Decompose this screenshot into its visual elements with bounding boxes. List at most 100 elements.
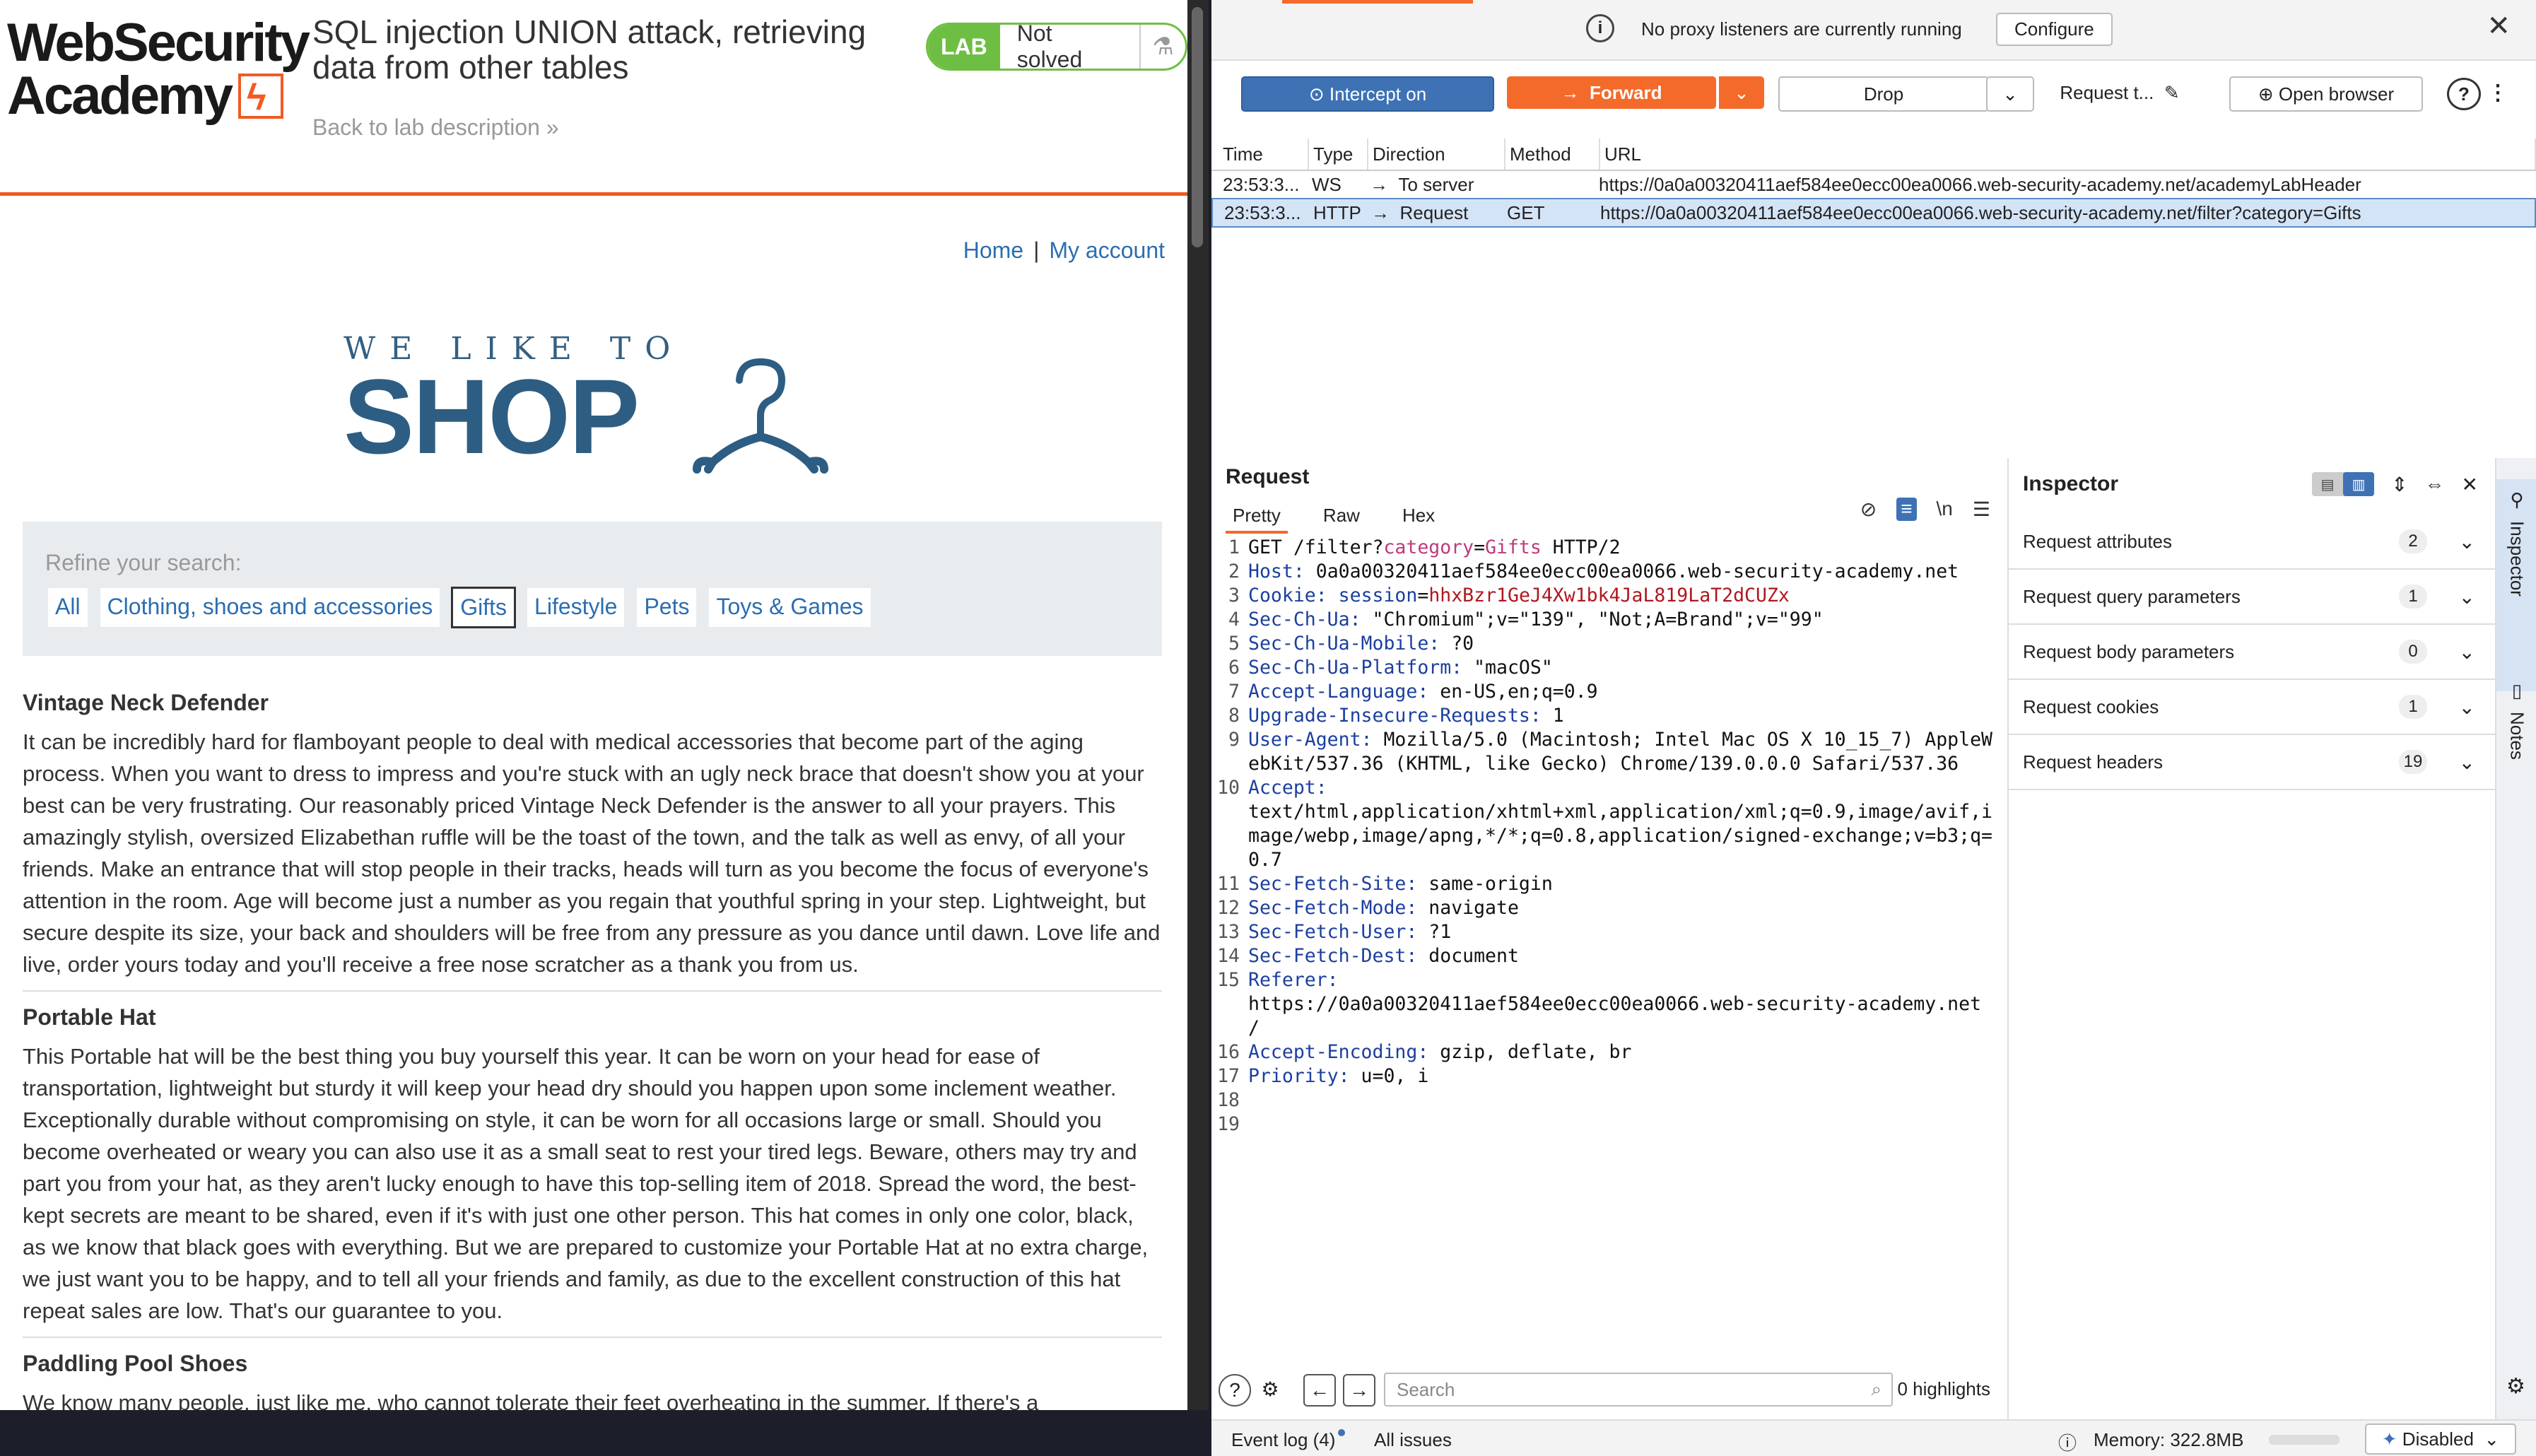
- ai-disabled-button[interactable]: ✦ Disabled ⌄: [2365, 1423, 2516, 1455]
- inspector-section[interactable]: Request query parameters 1 ⌄: [2009, 570, 2495, 625]
- inspector-icon: ⚲: [2510, 489, 2524, 510]
- my-account-link[interactable]: My account: [1049, 237, 1165, 263]
- column-time[interactable]: Time: [1211, 139, 1309, 170]
- code-token: same-origin: [1417, 873, 1553, 895]
- layout-side-icon[interactable]: ▥: [2343, 472, 2375, 496]
- chevron-down-icon: ⌄: [2458, 751, 2475, 773]
- close-icon[interactable]: ✕: [2487, 10, 2511, 42]
- request-view-tabs: Pretty Raw Hex: [1226, 500, 1442, 534]
- help-icon[interactable]: ?: [1219, 1374, 1251, 1407]
- more-options-icon[interactable]: ⋮: [2487, 76, 2508, 109]
- code-token: HTTP/2: [1541, 536, 1621, 558]
- expand-all-icon[interactable]: ⇕: [2391, 473, 2407, 496]
- code-line-row: 16 Accept-Encoding: gzip, deflate, br: [1211, 1040, 2003, 1064]
- configure-button[interactable]: Configure: [1996, 13, 2113, 46]
- inspector-section[interactable]: Request attributes 2 ⌄: [2009, 515, 2495, 570]
- filter-gifts[interactable]: Gifts: [451, 587, 517, 628]
- gear-icon[interactable]: ⚙: [1255, 1374, 1285, 1404]
- open-browser-label: Open browser: [2278, 83, 2395, 105]
- web-security-academy-logo[interactable]: WebSecurity Academy: [7, 16, 310, 124]
- home-link[interactable]: Home: [963, 237, 1023, 263]
- arrow-left-icon[interactable]: ←: [1303, 1374, 1336, 1407]
- code-token: Cookie:: [1248, 585, 1327, 606]
- column-type[interactable]: Type: [1309, 139, 1368, 170]
- collapse-all-icon[interactable]: ⇔: [2425, 473, 2445, 495]
- side-tab-notes[interactable]: ▯ Notes: [2496, 670, 2536, 811]
- drop-button[interactable]: Drop: [1778, 76, 1989, 112]
- request-to-button[interactable]: Request t... ✎: [2053, 76, 2187, 109]
- notification-dot: [1338, 1429, 1346, 1436]
- table-row-selected[interactable]: 23:53:3... HTTP → Request GET https://0a…: [1211, 198, 2536, 228]
- forward-options-button[interactable]: ⌄: [1718, 76, 1764, 109]
- side-tab-inspector[interactable]: ⚲ Inspector: [2496, 479, 2536, 691]
- tab-raw[interactable]: Raw: [1316, 500, 1367, 534]
- help-icon[interactable]: ?: [2447, 78, 2481, 110]
- forward-label: Forward: [1589, 81, 1662, 103]
- request-editor-pane: Request Pretty Raw Hex ⊘ ≡ \n ☰ 1 GET /fi…: [1211, 458, 2009, 1419]
- column-url[interactable]: URL: [1600, 139, 2536, 170]
- inspector-section[interactable]: Request cookies 1 ⌄: [2009, 680, 2495, 735]
- code-line-row: 6 Sec-Ch-Ua-Platform: "macOS": [1211, 656, 2003, 680]
- event-log-button[interactable]: Event log (4): [1231, 1429, 1346, 1451]
- code-token: https://0a0a00320411aef584ee0ecc00ea0066…: [1248, 993, 1982, 1039]
- arrow-right-icon: →: [1561, 81, 1590, 103]
- code-line-row: 19: [1211, 1112, 2003, 1137]
- search-input[interactable]: Search ⌕: [1384, 1373, 1893, 1407]
- toggle-icon: ⊙: [1308, 83, 1329, 105]
- filter-toys-games[interactable]: Toys & Games: [708, 587, 872, 628]
- chevron-down-icon: ⌄: [1734, 81, 1749, 103]
- chevron-down-icon: ⌄: [2458, 530, 2475, 553]
- code-token: Accept:: [1248, 777, 1327, 799]
- code-line-row: 4 Sec-Ch-Ua: "Chromium";v="139", "Not;A=B…: [1211, 608, 2003, 632]
- column-method[interactable]: Method: [1505, 139, 1600, 170]
- browser-scrollbar[interactable]: [1187, 0, 1209, 1410]
- tab-hex[interactable]: Hex: [1395, 500, 1442, 534]
- open-browser-button[interactable]: ⊕ Open browser: [2229, 76, 2423, 112]
- column-direction[interactable]: Direction: [1368, 139, 1505, 170]
- code-line-row: 7 Accept-Language: en-US,en;q=0.9: [1211, 680, 2003, 704]
- line-number: 17: [1217, 1065, 1240, 1087]
- filter-clothing[interactable]: Clothing, shoes and accessories: [98, 587, 442, 628]
- filter-pets[interactable]: Pets: [635, 587, 698, 628]
- request-code-editor[interactable]: 1 GET /filter?category=Gifts HTTP/2 2 Host:…: [1211, 536, 2003, 1299]
- active-tab-indicator: [1282, 0, 1473, 4]
- filter-all[interactable]: All: [47, 587, 89, 628]
- intercept-toggle-button[interactable]: ⊙ Intercept on: [1241, 76, 1494, 112]
- product-description: This Portable hat will be the best thing…: [23, 1044, 1149, 1323]
- layout-toggle[interactable]: ▤ ▥: [2312, 472, 2375, 496]
- code-line-row: 2 Host: 0a0a00320411aef584ee0ecc00ea0066.…: [1211, 560, 2003, 584]
- close-icon[interactable]: ✕: [2462, 473, 2478, 496]
- memory-bar: [2269, 1435, 2340, 1445]
- wrap-lines-icon[interactable]: ≡: [1896, 498, 1917, 521]
- line-number: 7: [1228, 681, 1240, 703]
- refine-search-panel: Refine your search: All Clothing, shoes …: [23, 522, 1162, 656]
- section-count: 0: [2399, 640, 2427, 664]
- chevron-down-icon: ⌄: [2458, 585, 2475, 608]
- code-token: Sec-Ch-Ua-Platform:: [1248, 657, 1463, 679]
- inspector-section[interactable]: Request headers 19 ⌄: [2009, 735, 2495, 790]
- scrollbar-thumb[interactable]: [1192, 7, 1203, 247]
- all-issues-button[interactable]: All issues: [1374, 1429, 1452, 1451]
- table-row[interactable]: 23:53:3... WS → To server https://0a0a00…: [1211, 171, 2536, 198]
- chevron-down-icon: ⌄: [2458, 640, 2475, 663]
- lab-browser-window: WebSecurity Academy SQL injection UNION …: [0, 0, 1190, 1410]
- gear-icon[interactable]: ⚙: [2506, 1374, 2525, 1399]
- drop-options-button[interactable]: ⌄: [1986, 76, 2034, 112]
- code-line-row: 14 Sec-Fetch-Dest: document: [1211, 944, 2003, 968]
- code-line-row: 5 Sec-Ch-Ua-Mobile: ?0: [1211, 632, 2003, 656]
- back-to-lab-description-link[interactable]: Back to lab description »: [312, 115, 559, 141]
- forward-button[interactable]: → Forward: [1507, 76, 1716, 109]
- layout-stacked-icon[interactable]: ▤: [2312, 472, 2343, 496]
- code-token: GET /filter?: [1248, 536, 1384, 558]
- newline-toggle[interactable]: \n: [1937, 498, 1953, 521]
- menu-icon[interactable]: ☰: [1973, 498, 1990, 521]
- tab-pretty[interactable]: Pretty: [1226, 500, 1288, 534]
- arrow-right-icon[interactable]: →: [1343, 1374, 1375, 1407]
- arrow-right-icon: →: [1370, 173, 1399, 195]
- hide-eye-icon[interactable]: ⊘: [1860, 498, 1877, 521]
- filter-lifestyle[interactable]: Lifestyle: [526, 587, 626, 628]
- line-number: 11: [1217, 873, 1240, 895]
- inspector-section[interactable]: Request body parameters 0 ⌄: [2009, 625, 2495, 680]
- code-token: Referer:: [1248, 969, 1339, 991]
- line-number: 5: [1228, 633, 1240, 654]
